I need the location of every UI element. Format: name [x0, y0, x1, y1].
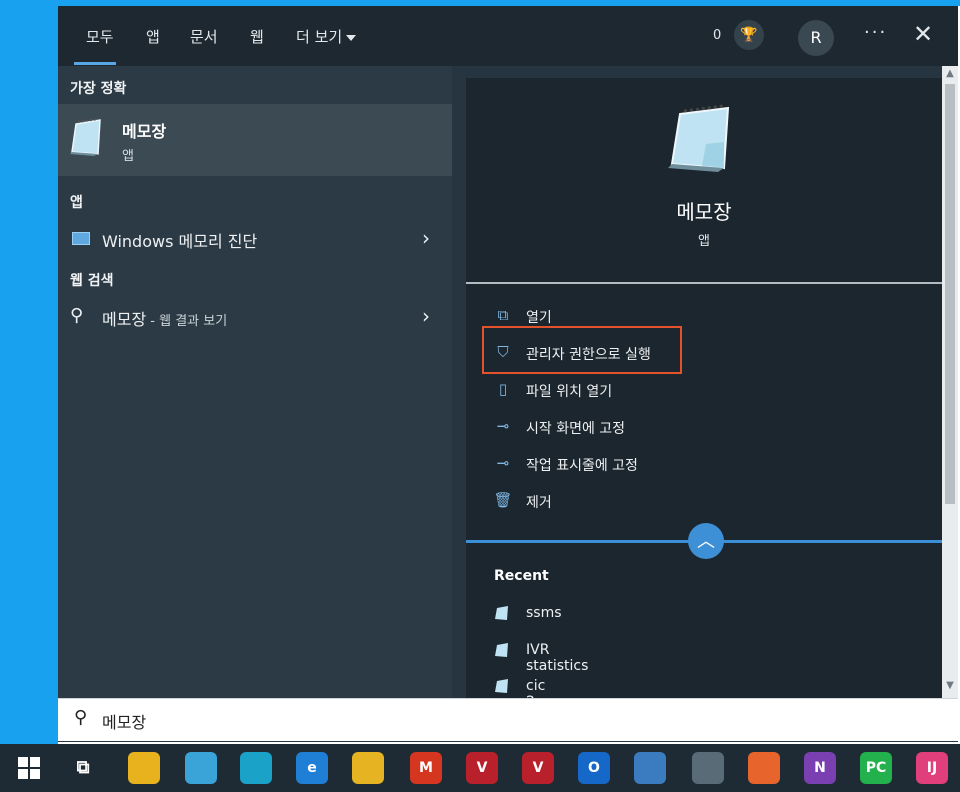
desktop-wallpaper-edge: [0, 0, 58, 744]
search-window: 모두 앱 문서 웹 더 보기 0 🏆 R ··· ✕ 가장 정확 메모장 앱 앱…: [58, 6, 958, 742]
pin-icon: ⊸: [496, 454, 510, 472]
scroll-down-icon[interactable]: ▼: [942, 680, 958, 694]
tab-apps[interactable]: 앱: [146, 26, 160, 47]
more-options-icon[interactable]: ···: [864, 22, 887, 43]
search-icon: ⚲: [70, 305, 84, 326]
vivaldi-icon[interactable]: V: [522, 752, 554, 784]
chevron-right-icon[interactable]: ›: [422, 226, 430, 250]
open-icon: ⧉: [497, 306, 509, 324]
intellij-icon[interactable]: IJ: [916, 752, 948, 784]
scrollbar-thumb[interactable]: [945, 84, 955, 504]
tab-more-label: 더 보기: [296, 28, 343, 46]
notepad-icon: [495, 643, 508, 657]
photo-icon[interactable]: [692, 752, 724, 784]
action-label: 작업 표시줄에 고정: [526, 458, 638, 474]
chevron-right-icon[interactable]: ›: [422, 304, 430, 328]
web-result-suffix: - 웹 결과 보기: [146, 314, 228, 329]
best-match-name: 메모장: [122, 122, 167, 141]
action-label: 제거: [526, 495, 552, 511]
apps-heading: 앱: [70, 195, 83, 211]
file-explorer-icon[interactable]: [352, 752, 384, 784]
ie-icon[interactable]: e: [296, 752, 328, 784]
web-result-label: 메모장 - 웹 결과 보기: [102, 306, 227, 330]
action-label: 시작 화면에 고정: [526, 421, 626, 437]
tab-web[interactable]: 웹: [250, 26, 264, 47]
scrollbar[interactable]: ▲ ▼: [942, 66, 958, 698]
pycharm-icon[interactable]: PC: [860, 752, 892, 784]
tab-more[interactable]: 더 보기: [296, 26, 357, 47]
tab-documents[interactable]: 문서: [190, 26, 218, 47]
detail-divider: [466, 282, 942, 284]
trophy-icon[interactable]: 🏆: [734, 20, 764, 50]
app-result-label: Windows 메모리 진단: [102, 232, 258, 251]
search-icon: ⚲: [74, 707, 88, 728]
folder-location-icon: ▯: [498, 380, 508, 398]
web-result-query: 메모장: [102, 310, 147, 329]
taskbar: ⧉ e M V V O N PC IJ: [0, 744, 960, 792]
app-result-windows-memory-diagnostic[interactable]: Windows 메모리 진단 ›: [58, 222, 452, 256]
trash-icon: 🗑: [493, 491, 513, 509]
action-label: 열기: [526, 310, 552, 326]
rewards-points: 0: [713, 28, 722, 43]
close-icon[interactable]: ✕: [913, 20, 933, 48]
snip-icon[interactable]: [634, 752, 666, 784]
chevron-down-icon: [346, 34, 357, 41]
notepad-icon: [668, 104, 730, 172]
best-match-heading: 가장 정확: [70, 81, 127, 97]
notepad-icon: [495, 606, 508, 620]
notepad-icon: [70, 118, 101, 156]
action-label: 파일 위치 열기: [526, 384, 613, 400]
tab-all[interactable]: 모두: [86, 26, 114, 47]
outlook-icon[interactable]: O: [578, 752, 610, 784]
recent-item-label: IVR statistics: [526, 642, 589, 674]
search-input[interactable]: [100, 707, 704, 735]
vivaldi-icon[interactable]: V: [466, 752, 498, 784]
active-tab-indicator: [74, 62, 116, 65]
search-box: ⚲: [58, 698, 958, 741]
pin-icon: ⊸: [496, 417, 510, 435]
scroll-up-icon[interactable]: ▲: [942, 68, 958, 82]
chevron-up-icon: ︿: [697, 531, 715, 552]
recent-heading: Recent: [494, 568, 549, 584]
windows-start-icon[interactable]: [18, 757, 40, 779]
collapse-button[interactable]: ︿: [688, 523, 724, 559]
avatar[interactable]: R: [798, 20, 834, 56]
edge-icon[interactable]: [240, 752, 272, 784]
app-icon[interactable]: [185, 752, 217, 784]
app-detail-type: 앱: [698, 234, 710, 249]
best-match-type: 앱: [122, 149, 134, 164]
results-panel: 가장 정확 메모장 앱 앱 Windows 메모리 진단 › 웹 검색 ⚲ 메모…: [58, 66, 452, 698]
task-view-icon[interactable]: ⧉: [68, 752, 98, 784]
onenote-icon[interactable]: N: [804, 752, 836, 784]
action-label: 관리자 권한으로 실행: [526, 347, 651, 363]
detail-panel: 메모장 앱 ⧉ 열기 ⛉ 관리자 권한으로 실행 ▯ 파일 위치 열기 ⊸ 시작…: [466, 78, 942, 698]
compass-icon[interactable]: [748, 752, 780, 784]
web-search-heading: 웹 검색: [70, 273, 114, 289]
recent-item-label: cic 2: [526, 678, 546, 698]
mail-app-icon[interactable]: M: [410, 752, 442, 784]
app-detail-title: 메모장: [676, 200, 732, 224]
best-match-item[interactable]: 메모장 앱: [58, 104, 452, 176]
recent-item-label: ssms: [526, 605, 562, 621]
notepad-icon: [495, 679, 508, 693]
shield-admin-icon: ⛉: [497, 343, 509, 361]
web-search-result[interactable]: ⚲ 메모장 - 웹 결과 보기 ›: [58, 300, 452, 334]
chrome-icon[interactable]: [128, 752, 160, 784]
monitor-icon: [72, 232, 90, 245]
search-header: 모두 앱 문서 웹 더 보기 0 🏆 R ··· ✕: [58, 6, 958, 66]
